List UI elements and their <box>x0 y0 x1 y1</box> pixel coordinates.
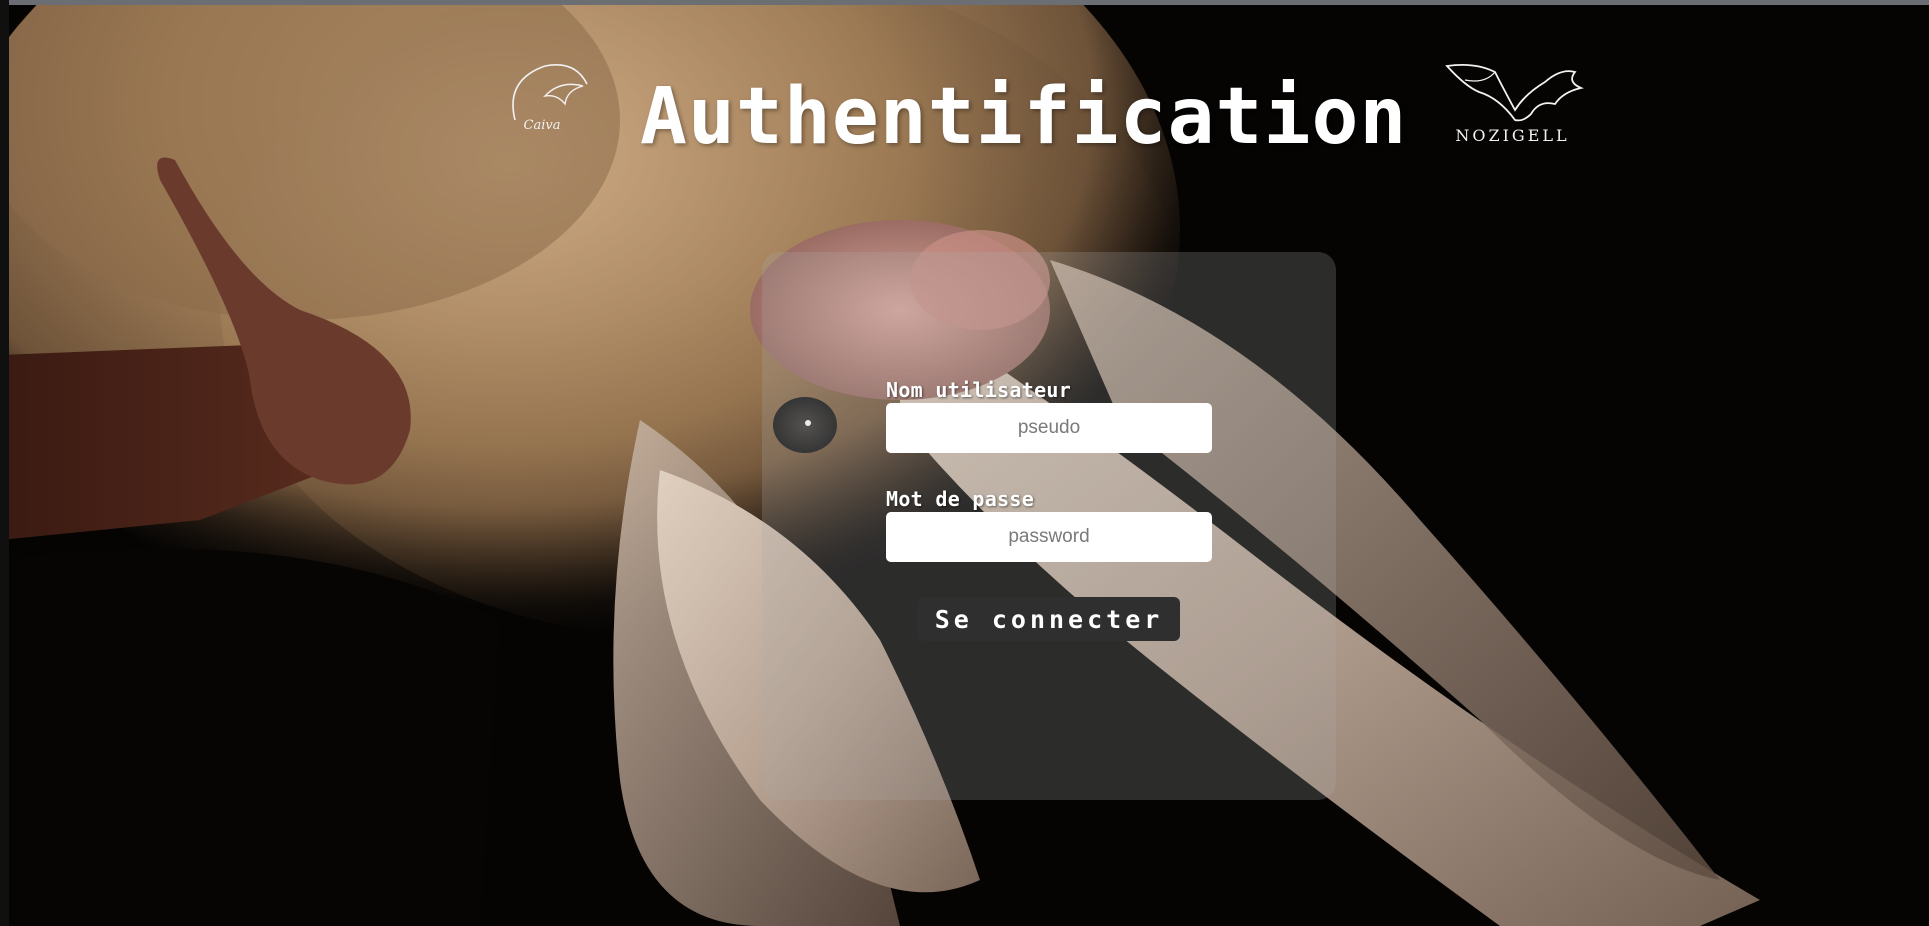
left-edge-bar <box>0 0 9 926</box>
top-edge-bar <box>0 0 1929 5</box>
page-title: Authentification <box>640 72 1408 162</box>
login-screen: Caiva Authentification NOZIGELL Nom util… <box>0 0 1929 926</box>
caiva-logo-text: Caiva <box>523 118 561 133</box>
username-input[interactable] <box>886 403 1212 453</box>
nozigell-logo-text: NOZIGELL <box>1455 126 1570 145</box>
username-label: Nom utilisateur <box>886 378 1072 402</box>
password-label: Mot de passe <box>886 487 1035 511</box>
login-button[interactable]: Se connecter <box>918 597 1180 641</box>
password-input[interactable] <box>886 512 1212 562</box>
